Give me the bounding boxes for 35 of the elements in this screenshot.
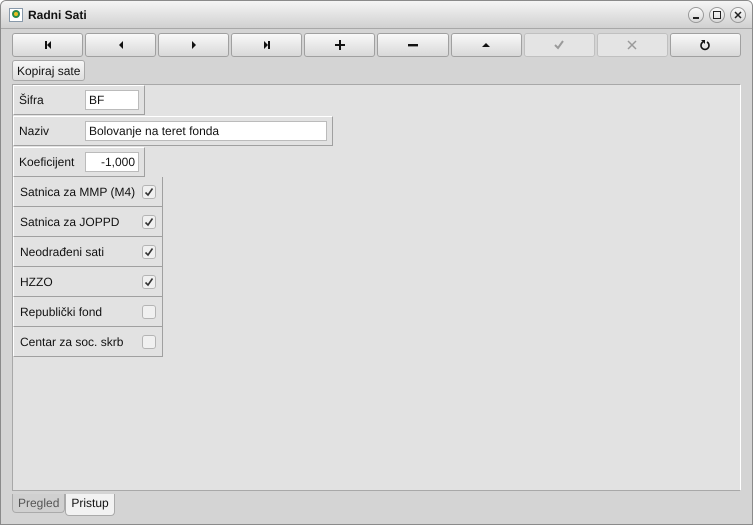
input-field[interactable]: BF <box>85 90 139 110</box>
checkbox-label: HZZO <box>20 274 53 288</box>
window-title: Radni Sati <box>28 8 88 22</box>
field-label: Šifra <box>19 93 45 107</box>
app-logo-icon <box>9 8 23 22</box>
checkbox[interactable] <box>142 274 156 288</box>
field-label: Koeficijent <box>19 155 76 169</box>
checkbox-label: Satnica za MMP (M4) <box>20 184 136 198</box>
input-field[interactable]: -1,000 <box>85 152 139 172</box>
checkbox[interactable] <box>142 334 156 348</box>
checkbox-label: Neodrađeni sati <box>20 244 104 258</box>
field-label: Naziv <box>19 124 50 138</box>
refresh-icon <box>699 39 712 51</box>
minimize-button[interactable] <box>688 6 704 22</box>
checkbox[interactable] <box>142 304 156 318</box>
toolbar-button[interactable] <box>670 33 741 57</box>
checkmark-icon <box>553 39 566 51</box>
checkbox[interactable] <box>142 244 156 258</box>
checkbox-label: Satnica za JOPPD <box>20 214 120 228</box>
tab[interactable]: Pregled <box>12 494 66 513</box>
cross-icon <box>626 39 638 51</box>
tab[interactable]: Pristup <box>65 494 115 516</box>
maximize-icon <box>713 10 721 18</box>
checkbox[interactable] <box>142 214 156 228</box>
input-field[interactable]: Bolovanje na teret fonda <box>85 121 327 141</box>
close-icon <box>734 10 742 18</box>
close-button[interactable] <box>730 6 746 22</box>
checkbox[interactable] <box>142 184 156 198</box>
plus-icon <box>334 39 346 51</box>
copy-hours-button[interactable]: Kopiraj sate <box>12 60 86 81</box>
minimize-icon <box>693 16 699 18</box>
checkbox-label: Republički fond <box>20 304 102 318</box>
checkbox-label: Centar za soc. skrb <box>20 334 124 348</box>
maximize-button[interactable] <box>709 6 725 22</box>
toolbar-button[interactable] <box>304 33 376 57</box>
